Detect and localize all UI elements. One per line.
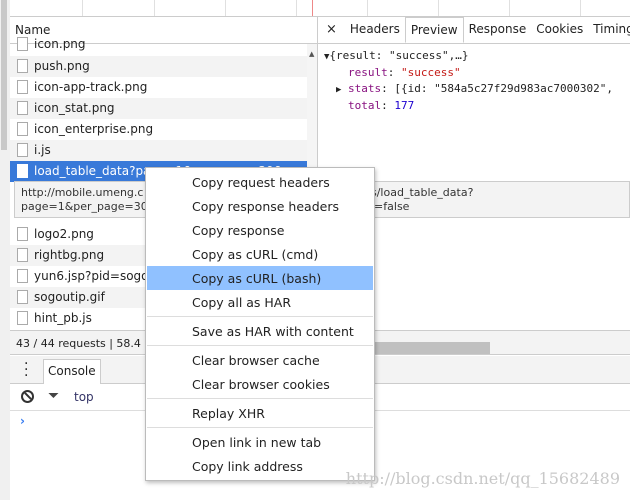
horizontal-scrollbar[interactable] bbox=[372, 342, 490, 354]
menu-separator bbox=[147, 316, 373, 317]
request-row[interactable]: icon_stat.png bbox=[10, 98, 307, 119]
menu-separator bbox=[147, 345, 373, 346]
image-icon bbox=[17, 248, 28, 262]
image-icon bbox=[17, 80, 28, 94]
tab-headers[interactable]: Headers bbox=[345, 17, 405, 43]
tab-preview[interactable]: Preview bbox=[404, 17, 464, 43]
menu-copy-all-har[interactable]: Copy all as HAR bbox=[147, 290, 373, 314]
timeline-overview[interactable] bbox=[10, 0, 630, 17]
page-scrollbar[interactable] bbox=[0, 0, 10, 500]
collapse-triangle-icon[interactable]: ▶ bbox=[336, 85, 341, 95]
document-icon bbox=[17, 164, 28, 178]
menu-copy-link-address[interactable]: Copy link address bbox=[147, 454, 373, 478]
image-icon bbox=[17, 122, 28, 136]
image-icon bbox=[17, 290, 28, 304]
menu-clear-cookies[interactable]: Clear browser cookies bbox=[147, 372, 373, 396]
more-vertical-icon[interactable]: · · · bbox=[24, 357, 28, 383]
file-icon bbox=[17, 37, 28, 51]
request-row[interactable]: icon.png bbox=[10, 34, 307, 55]
menu-copy-response-headers[interactable]: Copy response headers bbox=[147, 194, 373, 218]
script-icon bbox=[17, 269, 28, 283]
request-row[interactable]: push.png bbox=[10, 56, 307, 77]
menu-separator bbox=[147, 398, 373, 399]
menu-clear-cache[interactable]: Clear browser cache bbox=[147, 348, 373, 372]
request-row[interactable]: icon-app-track.png bbox=[10, 77, 307, 98]
close-icon[interactable]: × bbox=[318, 17, 345, 43]
tab-response[interactable]: Response bbox=[464, 17, 532, 43]
tab-cookies[interactable]: Cookies bbox=[531, 17, 588, 43]
script-icon bbox=[17, 311, 28, 325]
menu-copy-response[interactable]: Copy response bbox=[147, 218, 373, 242]
menu-separator bbox=[147, 427, 373, 428]
script-icon bbox=[17, 143, 28, 157]
clear-console-icon[interactable] bbox=[21, 390, 34, 403]
tab-console[interactable]: Console bbox=[43, 359, 101, 384]
request-row[interactable]: icon_enterprise.png bbox=[10, 119, 307, 140]
image-icon bbox=[17, 101, 28, 115]
menu-copy-curl-cmd[interactable]: Copy as cURL (cmd) bbox=[147, 242, 373, 266]
menu-save-har[interactable]: Save as HAR with content bbox=[147, 319, 373, 343]
image-icon bbox=[17, 227, 28, 241]
tab-timing[interactable]: Timing bbox=[588, 17, 630, 43]
menu-open-link-new-tab[interactable]: Open link in new tab bbox=[147, 430, 373, 454]
watermark: http://blog.csdn.net/qq_15682489 bbox=[345, 469, 620, 488]
image-icon bbox=[17, 59, 28, 73]
json-preview: ▼{result: "success",…} result: "success"… bbox=[324, 49, 613, 112]
request-row[interactable]: i.js bbox=[10, 140, 307, 161]
menu-copy-curl-bash[interactable]: Copy as cURL (bash) bbox=[147, 266, 373, 290]
menu-copy-request-headers[interactable]: Copy request headers bbox=[147, 170, 373, 194]
context-selector[interactable]: top bbox=[74, 390, 94, 404]
context-menu: Copy request headers Copy response heade… bbox=[145, 167, 375, 481]
console-prompt[interactable]: › bbox=[20, 414, 25, 428]
menu-replay-xhr[interactable]: Replay XHR bbox=[147, 401, 373, 425]
filter-icon[interactable]: ⏷ bbox=[48, 388, 59, 404]
